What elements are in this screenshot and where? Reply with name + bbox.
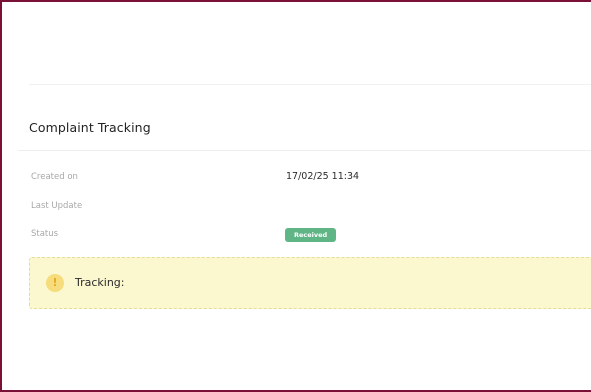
complaint-panel: Complaint Tracking Created on 17/02/25 1… [0,0,591,392]
created-on-value: 17/02/25 11:34 [286,171,360,182]
tracking-alert: ! Tracking: [29,257,591,309]
status-badge: Received [285,228,337,242]
tracking-label: Tracking: [75,276,125,289]
status-label: Status [31,229,59,239]
last-update-label: Last Update [31,201,83,211]
section-title: Complaint Tracking [29,120,151,135]
exclamation-icon: ! [46,274,64,292]
created-on-label: Created on [31,172,78,182]
top-divider [29,84,591,85]
title-divider [18,150,591,151]
